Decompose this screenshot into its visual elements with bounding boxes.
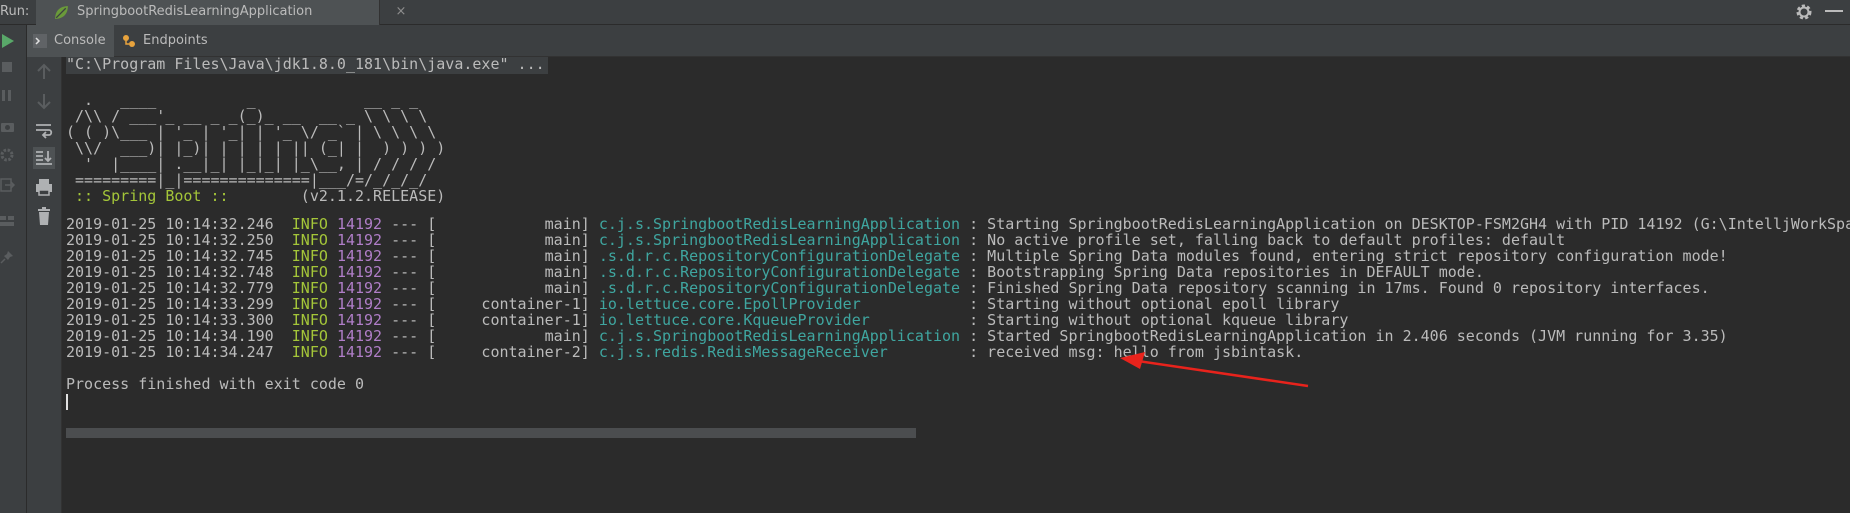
print-icon[interactable]	[33, 176, 55, 198]
stop-icon[interactable]	[0, 60, 16, 76]
console-output[interactable]: "C:\Program Files\Java\jdk1.8.0_181\bin\…	[66, 57, 1850, 513]
run-config-tab-title: SpringbootRedisLearningApplication	[77, 4, 313, 19]
process-exit-message: Process finished with exit code 0	[66, 375, 365, 393]
soft-wrap-icon[interactable]	[33, 119, 55, 141]
spring-boot-label: :: Spring Boot ::	[66, 187, 238, 205]
run-label: Run:	[0, 4, 30, 19]
exit-icon[interactable]	[0, 177, 16, 193]
pause-icon[interactable]	[0, 88, 16, 104]
log-separator: --- [	[391, 343, 437, 361]
console-tab-bar: Console Endpoints	[27, 25, 1850, 57]
log-level: INFO	[291, 343, 328, 361]
horizontal-scrollbar[interactable]	[66, 428, 916, 438]
minimize-icon[interactable]	[1825, 10, 1843, 12]
tab-endpoints-label: Endpoints	[143, 33, 208, 48]
endpoints-icon	[123, 35, 135, 47]
tab-console-label: Console	[54, 33, 106, 48]
run-config-tab[interactable]: SpringbootRedisLearningApplication ×	[36, 0, 406, 25]
java-command-line[interactable]: "C:\Program Files\Java\jdk1.8.0_181\bin\…	[66, 57, 548, 74]
gear-icon[interactable]	[1793, 1, 1815, 23]
scroll-up-icon[interactable]	[33, 61, 55, 83]
log-logger[interactable]: c.j.s.redis.RedisMessageReceiver	[599, 343, 960, 361]
log-line: 2019-01-25 10:14:34.247 INFO 14192 --- […	[66, 343, 1303, 362]
tab-endpoints[interactable]: Endpoints	[116, 25, 246, 57]
log-pid: 14192	[336, 343, 383, 361]
spring-boot-version-line: :: Spring Boot :: (v2.1.2.RELEASE)	[66, 187, 445, 206]
scroll-down-icon[interactable]	[33, 90, 55, 112]
log-thread: container-2]	[445, 343, 590, 361]
log-timestamp: 2019-01-25 10:14:34.247	[66, 343, 274, 361]
clear-all-icon[interactable]	[33, 205, 55, 227]
console-gutter-toolbar	[27, 57, 62, 513]
tab-console[interactable]: Console	[27, 25, 114, 57]
settings-icon[interactable]	[0, 147, 16, 163]
spring-boot-version: (v2.1.2.RELEASE)	[237, 187, 446, 205]
layout-icon[interactable]	[0, 213, 16, 229]
spring-leaf-icon	[55, 6, 68, 19]
scroll-to-end-icon[interactable]	[33, 147, 55, 169]
console-icon	[33, 34, 47, 48]
annotation-arrow	[1120, 352, 1309, 388]
camera-icon[interactable]	[0, 119, 16, 135]
text-caret	[66, 394, 68, 410]
run-tool-window-header: Run: SpringbootRedisLearningApplication …	[0, 0, 1850, 25]
run-side-toolbar	[0, 25, 27, 513]
pin-icon[interactable]	[0, 249, 16, 265]
rerun-icon[interactable]	[0, 33, 16, 49]
close-icon[interactable]: ×	[392, 3, 410, 21]
